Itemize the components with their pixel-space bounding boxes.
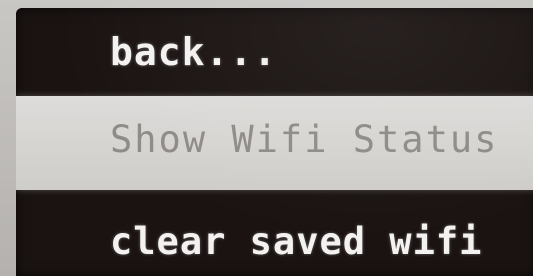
device-photo-frame: back... Show Wifi Status clear saved wif… [0, 0, 533, 276]
menu-item-back[interactable]: back... [16, 26, 533, 82]
menu-item-clear-saved-wifi-label: clear saved wifi [110, 220, 483, 263]
menu-item-back-label: back... [110, 30, 278, 74]
lcd-screen: back... Show Wifi Status clear saved wif… [16, 8, 533, 276]
menu-item-clear-saved-wifi[interactable]: clear saved wifi [16, 214, 533, 274]
menu-item-show-wifi-status-label: Show Wifi Status [110, 118, 499, 161]
menu-item-show-wifi-status[interactable]: Show Wifi Status [16, 96, 533, 190]
